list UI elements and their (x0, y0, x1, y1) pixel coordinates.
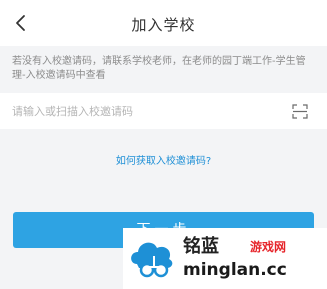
nav-bar: 加入学校 (0, 0, 327, 46)
watermark-site: 游戏网 (250, 240, 287, 254)
watermark: 铭蓝 游戏网 minglan.cc (123, 228, 327, 289)
invite-code-hint: 若没有入校邀请码，请联系学校老师，在老师的园丁端工作-学生管理-入校邀请码中查看 (12, 56, 306, 81)
invite-code-row (0, 93, 327, 129)
scan-frame-icon[interactable] (292, 104, 308, 119)
page-title: 加入学校 (131, 16, 196, 34)
how-to-get-code-link[interactable]: 如何获取入校邀请码? (0, 152, 327, 167)
invite-code-input[interactable] (12, 93, 282, 129)
join-school-page: 加入学校 若没有入校邀请码，请联系学校老师，在老师的园丁端工作-学生管理-入校邀… (0, 0, 327, 289)
watermark-url: minglan.cc (183, 260, 287, 280)
watermark-name: 铭蓝 (183, 236, 219, 257)
cloud-logo-icon (131, 242, 173, 278)
